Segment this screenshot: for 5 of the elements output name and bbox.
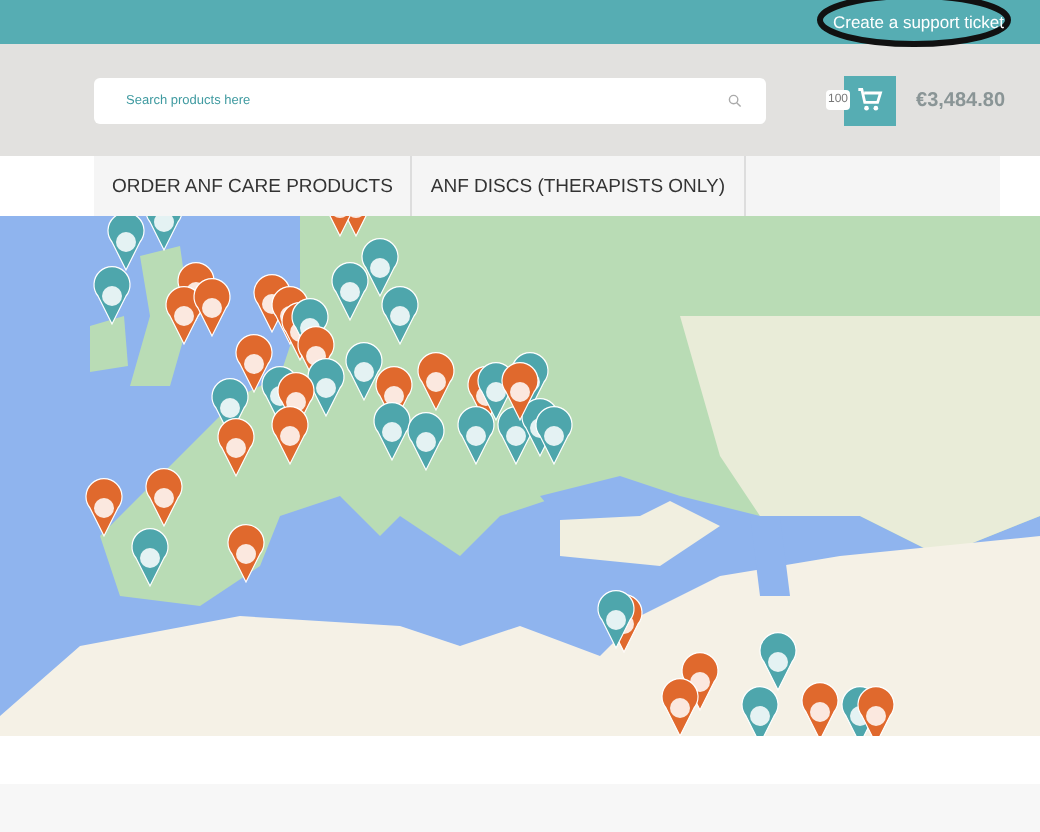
cart-button[interactable] bbox=[844, 75, 897, 125]
search-icon[interactable] bbox=[728, 93, 742, 107]
map-drawing[interactable] bbox=[0, 216, 1040, 736]
cart-total: €3,484.80 bbox=[916, 89, 1006, 111]
cart-icon bbox=[856, 86, 885, 114]
